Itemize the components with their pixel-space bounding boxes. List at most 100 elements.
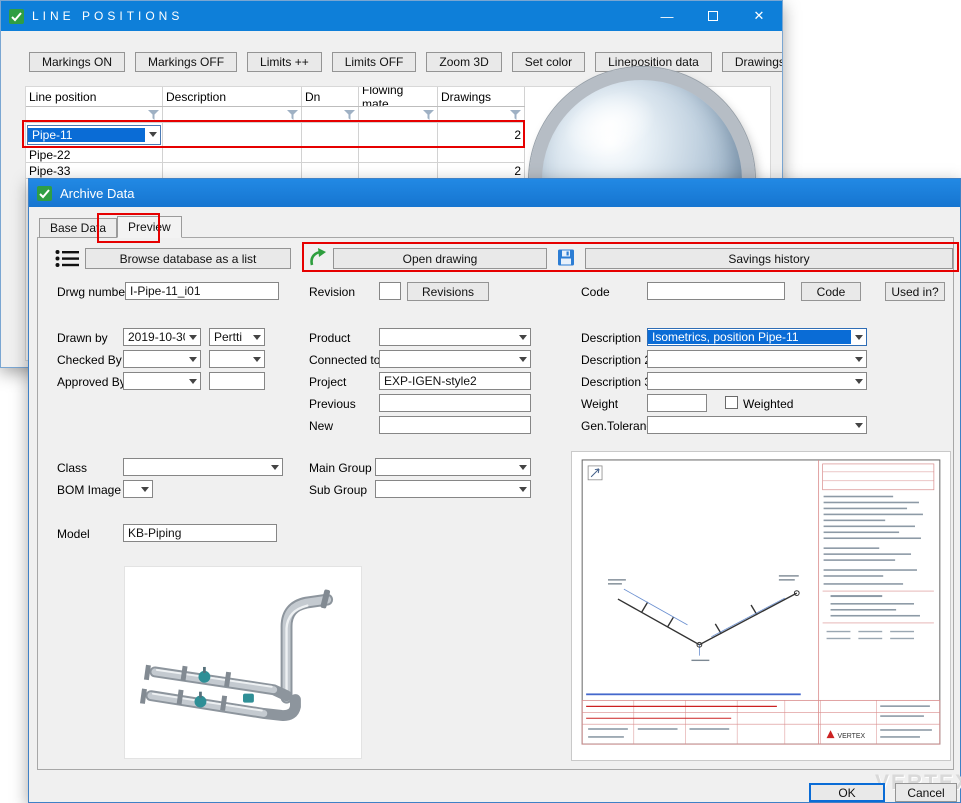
new-label: New xyxy=(309,419,333,433)
close-button[interactable]: ✕ xyxy=(736,1,782,31)
description2-label: Description 2 xyxy=(581,353,651,367)
column-header[interactable]: Line position xyxy=(26,87,163,106)
filter-icon[interactable] xyxy=(423,110,434,120)
archive-titlebar[interactable]: Archive Data xyxy=(29,179,960,207)
table-filter-row xyxy=(26,107,525,123)
description-cell xyxy=(163,147,302,162)
chevron-down-icon xyxy=(249,351,264,367)
cancel-button[interactable]: Cancel xyxy=(895,783,957,802)
markings-on-button[interactable]: Markings ON xyxy=(29,52,125,72)
connected-to-combo[interactable] xyxy=(379,350,531,368)
revision-label: Revision xyxy=(309,285,355,299)
checked-name-combo[interactable] xyxy=(209,350,265,368)
checked-date-combo[interactable] xyxy=(123,350,201,368)
chevron-down-icon xyxy=(137,481,152,497)
table-row-pipe-22[interactable]: Pipe-22 xyxy=(26,147,525,163)
approved-by-label: Approved By xyxy=(57,375,126,389)
table-row-pipe-11[interactable]: Pipe-11 2 xyxy=(26,123,525,147)
drawing-sheet-image: VERTEX xyxy=(572,452,950,760)
chevron-down-icon xyxy=(267,459,282,475)
save-icon[interactable] xyxy=(558,249,574,266)
filter-icon[interactable] xyxy=(287,110,298,120)
minimize-button[interactable]: — xyxy=(644,1,690,31)
sub-group-combo[interactable] xyxy=(375,480,531,498)
chevron-down-icon xyxy=(515,459,530,475)
chevron-down-icon xyxy=(515,329,530,345)
flowing-material-cell xyxy=(359,147,438,162)
code-button[interactable]: Code xyxy=(801,282,861,301)
approved-name-field[interactable] xyxy=(209,372,265,390)
chevron-down-icon xyxy=(249,329,264,345)
maximize-button[interactable] xyxy=(690,1,736,31)
filter-icon[interactable] xyxy=(344,110,355,120)
chevron-down-icon xyxy=(851,329,866,345)
flowing-material-cell xyxy=(359,163,438,178)
line-position-combo[interactable]: Pipe-11 xyxy=(27,125,161,145)
drawings-cell: 2 xyxy=(438,163,525,178)
drawn-date-combo[interactable]: 2019-10-30 xyxy=(123,328,201,346)
main-group-combo[interactable] xyxy=(375,458,531,476)
product-combo[interactable] xyxy=(379,328,531,346)
chevron-down-icon xyxy=(851,373,866,389)
line-positions-titlebar[interactable]: LINE POSITIONS — ✕ xyxy=(1,1,782,31)
savings-history-button[interactable]: Savings history xyxy=(585,248,953,269)
dn-cell xyxy=(302,163,359,178)
project-field[interactable]: EXP-IGEN-style2 xyxy=(379,372,531,390)
class-label: Class xyxy=(57,461,87,475)
column-header[interactable]: Dn xyxy=(302,87,359,106)
list-icon[interactable] xyxy=(55,249,79,268)
column-header[interactable]: Description xyxy=(163,87,302,106)
filter-icon[interactable] xyxy=(148,110,159,120)
drawings-cell: 2 xyxy=(438,123,525,146)
filter-icon[interactable] xyxy=(510,110,521,120)
set-color-button[interactable]: Set color xyxy=(512,52,585,72)
class-combo[interactable] xyxy=(123,458,283,476)
desktop: LINE POSITIONS — ✕ Markings ON Markings … xyxy=(0,0,961,803)
filter-cell xyxy=(359,107,438,122)
previous-field[interactable] xyxy=(379,394,531,412)
revision-field[interactable] xyxy=(379,282,401,300)
description3-combo[interactable] xyxy=(647,372,867,390)
table-row-pipe-33[interactable]: Pipe-33 2 xyxy=(26,163,525,179)
description2-combo[interactable] xyxy=(647,350,867,368)
drwg-number-field[interactable]: I-Pipe-11_i01 xyxy=(125,282,279,300)
lp-toolbar: Markings ON Markings OFF Limits ++ Limit… xyxy=(29,52,783,72)
chevron-down-icon xyxy=(515,481,530,497)
description-combo[interactable]: Isometrics, position Pipe-11 xyxy=(647,328,867,346)
tab-preview[interactable]: Preview xyxy=(117,216,182,238)
product-label: Product xyxy=(309,331,350,345)
code-field[interactable] xyxy=(647,282,785,300)
gen-tolerance-combo[interactable] xyxy=(647,416,867,434)
column-header[interactable]: Drawings xyxy=(438,87,525,106)
line-position-cell: Pipe-22 xyxy=(26,147,163,162)
app-icon xyxy=(9,9,24,24)
model-field[interactable]: KB-Piping xyxy=(123,524,277,542)
app-icon xyxy=(37,186,52,201)
archive-data-window: Archive Data Base Data Preview Browse da… xyxy=(28,178,961,803)
column-header[interactable]: Flowing mate... xyxy=(359,87,438,106)
approved-date-combo[interactable] xyxy=(123,372,201,390)
description-cell xyxy=(163,123,302,146)
used-in-button[interactable]: Used in? xyxy=(885,282,945,301)
description3-label: Description 3 xyxy=(581,375,651,389)
open-drawing-button[interactable]: Open drawing xyxy=(333,248,547,269)
filter-cell xyxy=(438,107,525,122)
chevron-down-icon[interactable] xyxy=(145,126,160,144)
limits-plus-button[interactable]: Limits ++ xyxy=(247,52,322,72)
ok-button[interactable]: OK xyxy=(809,783,885,802)
weighted-checkbox[interactable] xyxy=(725,396,738,409)
drawings-button[interactable]: Drawings xyxy=(722,52,783,72)
drawn-name-combo[interactable]: Pertti xyxy=(209,328,265,346)
sub-group-label: Sub Group xyxy=(309,483,367,497)
revisions-button[interactable]: Revisions xyxy=(407,282,489,301)
browse-database-button[interactable]: Browse database as a list xyxy=(85,248,291,269)
new-field[interactable] xyxy=(379,416,531,434)
bom-image-combo[interactable] xyxy=(123,480,153,498)
tab-base-data[interactable]: Base Data xyxy=(39,218,117,238)
zoom-3d-button[interactable]: Zoom 3D xyxy=(426,52,501,72)
limits-off-button[interactable]: Limits OFF xyxy=(332,52,417,72)
weight-field[interactable] xyxy=(647,394,707,412)
open-drawing-icon[interactable] xyxy=(309,248,327,267)
dn-cell xyxy=(302,147,359,162)
markings-off-button[interactable]: Markings OFF xyxy=(135,52,237,72)
